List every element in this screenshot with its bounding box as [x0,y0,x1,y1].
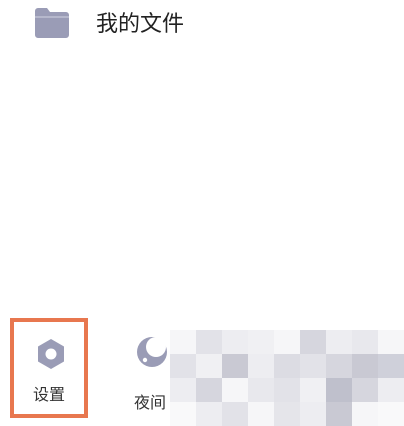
mosaic-cell [352,330,378,354]
mosaic-cell [248,330,274,354]
pixelated-redaction [170,330,404,426]
mosaic-cell [248,354,274,378]
mosaic-cell [170,330,196,354]
mosaic-cell [352,354,378,378]
gear-icon [38,339,64,369]
mosaic-cell [196,354,222,378]
folder-icon [35,8,69,38]
screen: 我的文件 设置 夜间 [0,0,404,426]
moon-icon [137,337,167,367]
mosaic-cell [300,378,326,402]
mosaic-cell [248,378,274,402]
mosaic-cell [196,402,222,426]
mosaic-cell [274,354,300,378]
mosaic-cell [222,378,248,402]
mosaic-cell [378,354,404,378]
mosaic-cell [222,330,248,354]
mosaic-cell [222,354,248,378]
mosaic-cell [248,402,274,426]
mosaic-cell [326,354,352,378]
mosaic-cell [274,402,300,426]
mosaic-cell [352,402,378,426]
mosaic-cell [170,378,196,402]
settings-button[interactable]: 设置 [10,318,88,418]
night-mode-label: 夜间 [134,393,167,412]
mosaic-cell [170,354,196,378]
mosaic-cell [352,378,378,402]
mosaic-cell [274,330,300,354]
mosaic-cell [274,378,300,402]
mosaic-cell [300,402,326,426]
mosaic-cell [378,402,404,426]
mosaic-cell [326,330,352,354]
mosaic-cell [378,378,404,402]
mosaic-cell [170,402,196,426]
mosaic-cell [326,402,352,426]
mosaic-cell [196,378,222,402]
my-files-item[interactable]: 我的文件 [0,0,404,52]
mosaic-cell [222,402,248,426]
bottom-toolbar: 设置 夜间 [0,310,404,426]
mosaic-cell [196,330,222,354]
settings-label: 设置 [32,385,65,404]
mosaic-cell [300,330,326,354]
my-files-label: 我的文件 [96,12,185,37]
mosaic-cell [326,378,352,402]
mosaic-cell [300,354,326,378]
mosaic-cell [378,330,404,354]
